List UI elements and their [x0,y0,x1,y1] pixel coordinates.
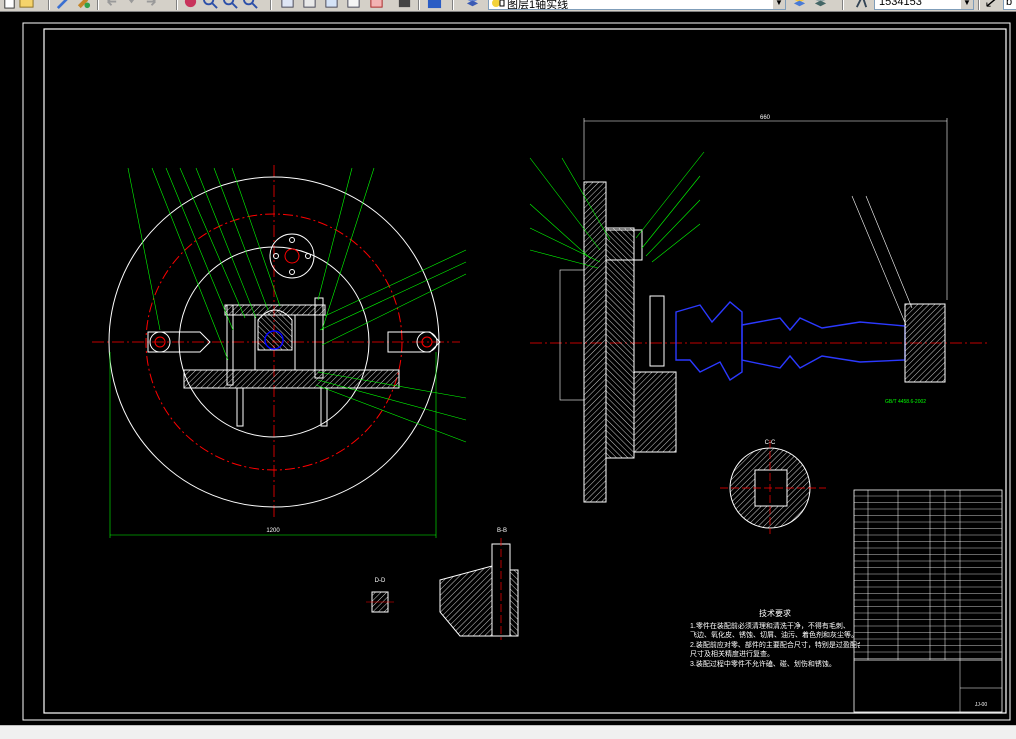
undo-dropdown-icon[interactable] [124,0,139,9]
stud-assembly [649,295,665,367]
undo-icon[interactable] [104,0,119,9]
section-b-body [439,565,493,637]
toolbar-separator [176,0,178,10]
locator-bolt [305,253,311,259]
make-layer-current-icon[interactable] [792,0,807,9]
dimension-style-icon[interactable] [985,0,1000,9]
toolbar-separator [452,0,454,10]
side-view: 660 GB/T 4458.6-2002 [529,115,990,503]
layer-dropdown[interactable]: 图层1轴实线 ▼ [488,0,786,10]
technical-requirement-line: 2.装配前应对零、部件的主要配合尺寸，特别是过盈配合 [690,641,860,649]
scale-dropdown-value: 1534153 [879,0,922,8]
locator-flange [269,233,315,279]
base-plate [183,369,400,389]
tailstock-support [904,303,946,383]
fixture-body-section [605,227,635,459]
zoom-previous-icon[interactable] [243,0,258,9]
crankshaft-outline [675,301,743,382]
tailstock-spec-label: GB/T 4458.6-2002 [885,399,926,405]
pen-icon[interactable] [55,0,70,9]
layer-previous-icon[interactable] [813,0,828,9]
horizontal-scrollbar[interactable] [0,725,1016,739]
layer-dropdown-value: 图层1轴实线 [507,0,569,10]
section-label-b: B-B [497,528,507,534]
section-label-d: D-D [375,578,386,584]
flange-outline [559,269,585,401]
markup-icon[interactable] [369,0,384,9]
layer-on-lightbulb-icon [492,0,505,7]
support-leg [320,387,328,427]
toolbar-separator [978,0,980,10]
overall-diameter-dimension: 1200 [266,528,280,534]
layer-manager-icon[interactable] [465,0,480,9]
toolbar: 图层1轴实线 ▼ 1534153 ▼ b [0,0,1016,12]
front-view: 1200 [92,165,467,538]
technical-requirement-line: 飞边、氧化皮、锈蚀、切屑、油污、着色剂和灰尘等。 [690,632,858,639]
technical-requirement-line: 尺寸及相关精度进行复查。 [690,651,774,658]
open-folder-icon[interactable] [19,0,34,9]
support-bracket [633,371,677,453]
shaft-leaders [851,195,913,326]
rotary-disk-section [583,181,607,503]
toolbar-separator [270,0,272,10]
drawing-svg: 1200 660 GB/T 4458.6-2002 C-C B-B D-D JJ… [22,22,1011,721]
drawing-number: JJ-00 [975,702,987,708]
toolbar-separator [418,0,420,10]
text-style-icon[interactable] [854,0,869,9]
technical-requirement-line: 1.零件在装配前必须清理和清洗干净，不得有毛刺、 [690,622,850,630]
properties-icon[interactable] [280,0,295,9]
new-file-icon[interactable] [2,0,17,9]
section-c-c: C-C [720,440,826,534]
parts-list-rows [854,495,1002,659]
scale-dropdown[interactable]: 1534153 ▼ [874,0,974,10]
v-block-jaw [257,309,293,351]
toolbar-separator [97,0,99,10]
technical-requirement-line: 3.装配过程中零件不允许磕、碰、划伤和锈蚀。 [690,660,836,668]
locator-hole [284,248,300,264]
drawing-canvas[interactable]: 1200 660 GB/T 4458.6-2002 C-C B-B D-D JJ… [0,12,1016,725]
redo-icon[interactable] [144,0,159,9]
title-block: JJ-00 [853,489,1003,713]
design-center-icon[interactable] [302,0,317,9]
locator-bolt [289,269,295,275]
chevron-down-icon[interactable]: ▼ [961,0,973,9]
calculator-icon[interactable] [397,0,412,9]
technical-requirements-title: 技术要求 [759,609,791,618]
pan-hand-icon[interactable] [183,0,198,9]
overall-length-dimension: 660 [760,115,771,121]
toolbar-separator [48,0,50,10]
section-b-b: B-B [439,528,519,640]
tool-palettes-icon[interactable] [324,0,339,9]
cad-application-window: 图层1轴实线 ▼ 1534153 ▼ b 1200 660 GB/T 4458.… [0,0,1016,739]
help-icon[interactable] [427,0,442,9]
parts-list-frame [853,489,1003,713]
chevron-down-icon[interactable]: ▼ [773,0,785,9]
section-b-washer [509,569,519,637]
extra-dropdown[interactable]: b [1003,0,1016,10]
locator-bolt [289,237,295,243]
section-d-d: D-D [366,578,394,613]
section-label-c: C-C [765,440,776,446]
extra-dropdown-value: b [1006,0,1013,8]
zoom-window-icon[interactable] [223,0,238,9]
support-leg [236,387,244,427]
match-properties-icon[interactable] [76,0,91,9]
zoom-realtime-icon[interactable] [203,0,218,9]
sheet-set-icon[interactable] [346,0,361,9]
toolbar-separator [842,0,844,10]
technical-requirements: 技术要求 1.零件在装配前必须清理和清洗干净，不得有毛刺、 飞边、氧化皮、锈蚀、… [690,609,860,669]
